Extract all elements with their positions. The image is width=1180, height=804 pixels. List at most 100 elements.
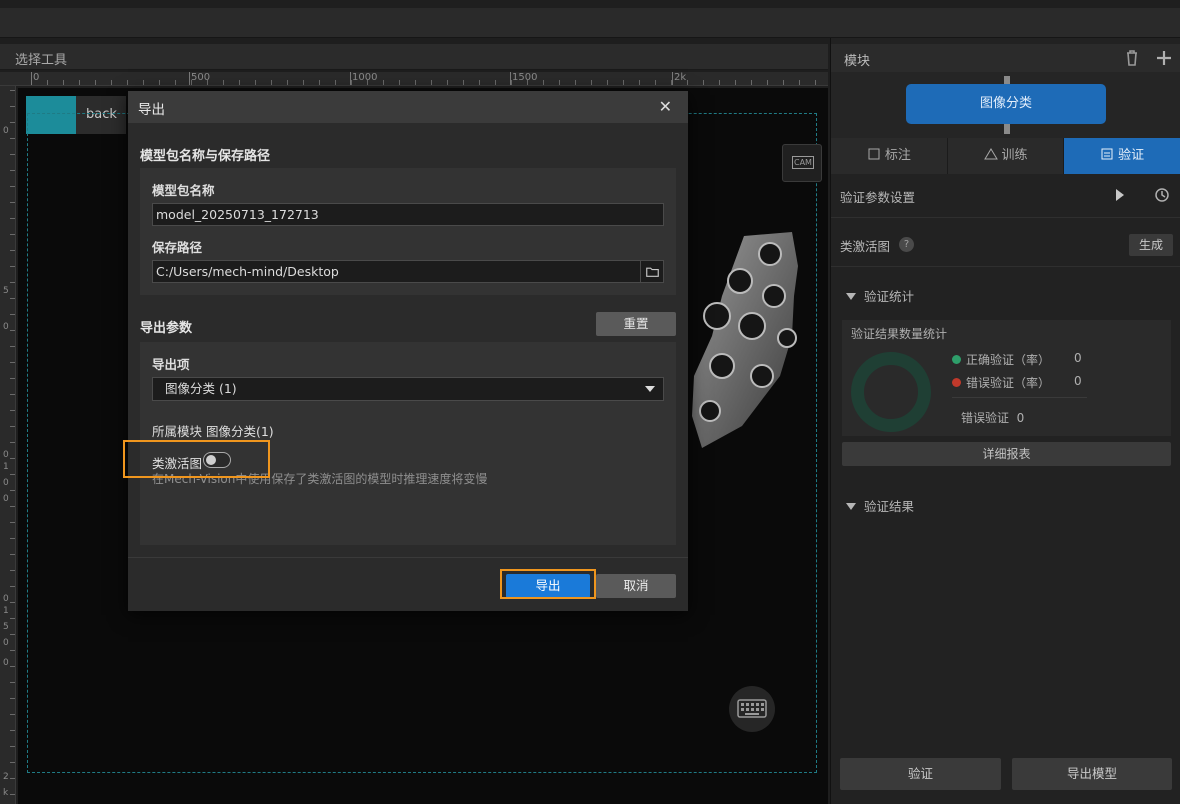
ruler-tick	[815, 80, 816, 85]
dialog-header: 导出 ✕	[128, 91, 688, 123]
ruler-tick	[10, 794, 15, 795]
folder-icon[interactable]	[640, 260, 664, 283]
title-strip	[0, 0, 1180, 8]
ruler-tick	[607, 80, 608, 85]
ruler-tick	[543, 80, 544, 85]
ruler-tick	[10, 314, 15, 315]
ruler-tick	[415, 80, 416, 85]
tab-train[interactable]: 训练	[948, 138, 1065, 174]
close-icon[interactable]: ✕	[659, 97, 672, 116]
ruler-major-tick	[189, 72, 190, 85]
ruler-tick	[10, 362, 15, 363]
wrong-total-label: 错误验证	[961, 411, 1010, 425]
cancel-button[interactable]: 取消	[596, 574, 676, 598]
stats-section-title: 验证统计	[864, 289, 915, 304]
flow-connector-bottom	[1004, 124, 1010, 134]
delete-icon[interactable]	[1121, 47, 1143, 69]
reset-button[interactable]: 重置	[596, 312, 676, 336]
ruler-tick	[591, 80, 592, 85]
keyboard-icon	[737, 699, 767, 718]
highlight-export-button	[500, 569, 596, 599]
ruler-tick	[223, 80, 224, 85]
add-icon[interactable]	[1153, 47, 1175, 69]
module-flow: 图像分类	[831, 72, 1180, 138]
ruler-tick	[335, 80, 336, 85]
annotate-icon	[868, 148, 880, 160]
export-item-select[interactable]: 图像分类 (1)	[152, 377, 664, 401]
export-model-button[interactable]: 导出模型	[1012, 758, 1172, 790]
package-name-input[interactable]: model_20250713_172713	[152, 203, 664, 226]
save-path-value: C:/Users/mech-mind/Desktop	[156, 264, 339, 279]
ruler-label: 500	[191, 72, 211, 83]
correct-value: 0	[1074, 351, 1082, 365]
module-tabs: 标注 训练 验证	[831, 138, 1180, 174]
keyboard-button[interactable]	[729, 686, 775, 732]
ruler-label: 0	[3, 658, 9, 668]
highlight-cam-toggle	[123, 440, 270, 478]
wrong-total: 错误验证 0	[961, 409, 1024, 426]
train-icon	[983, 148, 998, 160]
detail-report-button[interactable]: 详细报表	[842, 442, 1171, 466]
module-panel: 模块 图像分类 标注 训练 验证 验证参数设置 类激活图 ? 生成 验证统计 验…	[830, 38, 1180, 804]
ruler-tick	[47, 80, 48, 85]
ruler-tick	[703, 80, 704, 85]
ruler-tick	[783, 80, 784, 85]
play-icon[interactable]	[1115, 189, 1125, 201]
ruler-tick	[287, 80, 288, 85]
cam-label: 类激活图	[840, 239, 891, 254]
generate-button[interactable]: 生成	[1129, 234, 1173, 256]
ruler-major-tick	[672, 72, 673, 85]
module-panel-header: 模块	[831, 44, 1180, 72]
ruler-tick	[10, 410, 15, 411]
results-section-header[interactable]: 验证结果	[846, 496, 914, 515]
ruler-tick	[10, 330, 15, 331]
ruler-label: 0	[3, 594, 9, 604]
ruler-tick	[10, 394, 15, 395]
package-name-label: 模型包名称	[152, 183, 215, 198]
export-params-section-title: 导出参数	[140, 321, 193, 336]
ruler-tick	[623, 80, 624, 85]
ruler-tick	[767, 80, 768, 85]
legend-divider	[952, 397, 1087, 398]
wrong-value: 0	[1074, 374, 1082, 388]
ruler-tick	[639, 80, 640, 85]
ruler-tick	[10, 186, 15, 187]
module-line: 所属模块 图像分类(1)	[152, 424, 274, 439]
ruler-tick	[399, 80, 400, 85]
ruler-tick	[10, 250, 15, 251]
ruler-tick	[10, 154, 15, 155]
tab-validate[interactable]: 验证	[1064, 138, 1180, 174]
ruler-tick	[10, 474, 15, 475]
ruler-tick	[10, 650, 15, 651]
ruler-tick	[383, 80, 384, 85]
ruler-tick	[10, 346, 15, 347]
ruler-major-tick	[510, 72, 511, 85]
validate-button[interactable]: 验证	[840, 758, 1001, 790]
tab-annotate[interactable]: 标注	[831, 138, 948, 174]
wrong-label: 错误验证（率）	[966, 376, 1051, 390]
module-node[interactable]: 图像分类	[906, 84, 1106, 124]
stats-section-header[interactable]: 验证统计	[846, 286, 914, 305]
save-path-input[interactable]: C:/Users/mech-mind/Desktop	[152, 260, 664, 283]
ruler-tick	[10, 570, 15, 571]
ruler-tick	[143, 80, 144, 85]
export-dialog: 导出 ✕ 模型包名称与保存路径 模型包名称 model_20250713_172…	[128, 91, 688, 611]
tool-panel-title: 选择工具	[15, 53, 68, 68]
camera-button[interactable]: CAM	[782, 144, 822, 182]
camera-icon: CAM	[792, 156, 814, 169]
dialog-footer: 导出 取消	[128, 557, 688, 611]
caret-down-icon	[846, 293, 856, 300]
help-icon[interactable]: ?	[899, 237, 914, 252]
ruler-tick	[655, 80, 656, 85]
correct-dot-icon	[952, 355, 961, 364]
export-item-label: 导出项	[152, 357, 190, 372]
ruler-tick	[10, 586, 15, 587]
ruler-tick	[10, 538, 15, 539]
ruler-tick	[127, 80, 128, 85]
ruler-tick	[575, 80, 576, 85]
history-icon[interactable]	[1154, 187, 1170, 203]
ruler-tick	[159, 80, 160, 85]
ruler-major-tick	[350, 72, 351, 85]
caret-down-icon	[846, 503, 856, 510]
ruler-tick	[10, 682, 15, 683]
